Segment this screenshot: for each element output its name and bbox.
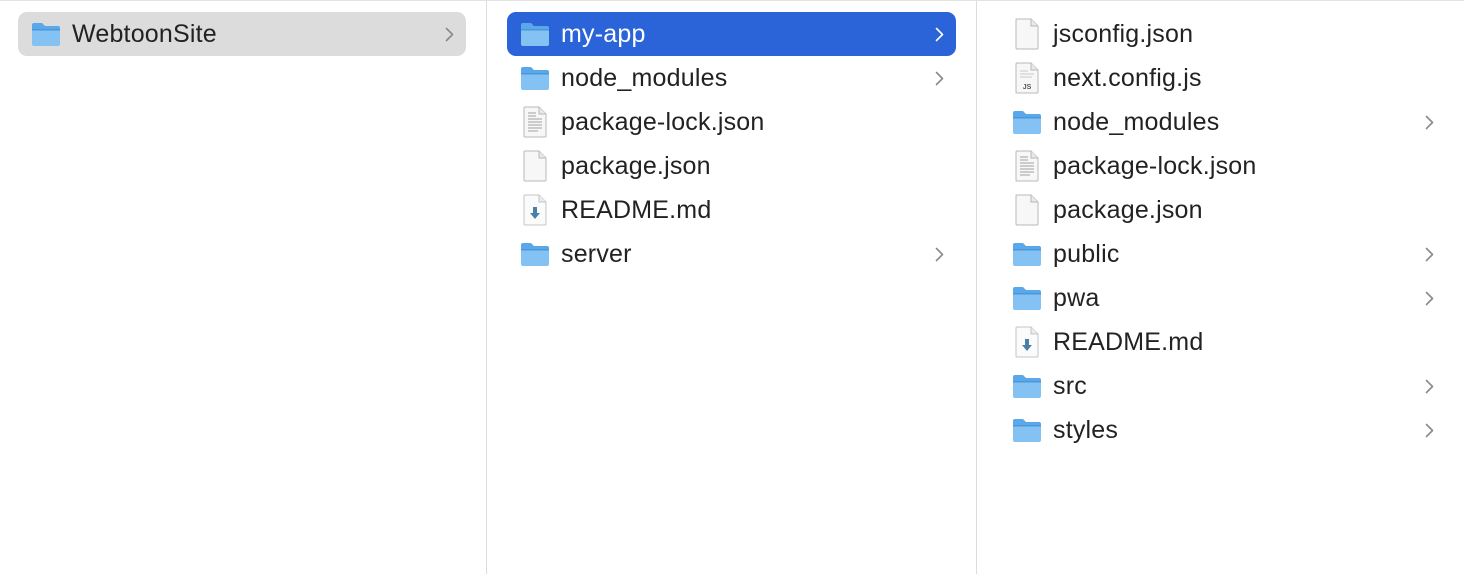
folder-icon [1011,238,1043,270]
text-document-icon [1011,150,1043,182]
svg-text:JS: JS [1023,84,1032,91]
chevron-right-icon [932,68,946,88]
row-styles[interactable]: styles [1009,408,1446,452]
row-label: README.md [1053,327,1204,356]
folder-icon [1011,370,1043,402]
text-document-icon [519,106,551,138]
row-label: next.config.js [1053,63,1202,92]
row-label: pwa [1053,283,1100,312]
row-label: server [561,239,632,268]
chevron-right-icon [1422,420,1436,440]
chevron-right-icon [442,24,456,44]
row-label: node_modules [561,63,728,92]
row-label: public [1053,239,1120,268]
folder-icon [519,238,551,270]
blank-document-icon [519,150,551,182]
blank-document-icon [1011,194,1043,226]
row-label: node_modules [1053,107,1220,136]
finder-column-view: WebtoonSite my-app node_modules package-… [0,0,1464,574]
folder-icon [519,18,551,50]
row-node-modules[interactable]: node_modules [507,56,956,100]
chevron-right-icon [1422,244,1436,264]
row-next-config-js[interactable]: JS next.config.js [1009,56,1446,100]
row-label: package-lock.json [561,107,765,136]
row-pwa[interactable]: pwa [1009,276,1446,320]
column-3[interactable]: jsconfig.json JS next.config.js node_mod… [977,1,1464,574]
chevron-right-icon [1422,376,1436,396]
chevron-right-icon [1422,288,1436,308]
row-label: jsconfig.json [1053,19,1194,48]
row-label: src [1053,371,1087,400]
row-package-lock-json[interactable]: package-lock.json [507,100,956,144]
row-node-modules[interactable]: node_modules [1009,100,1446,144]
chevron-right-icon [1422,112,1436,132]
markdown-document-icon [519,194,551,226]
row-webtoonsite[interactable]: WebtoonSite [18,12,466,56]
row-readme-md[interactable]: README.md [507,188,956,232]
row-label: WebtoonSite [72,19,217,48]
row-public[interactable]: public [1009,232,1446,276]
folder-icon [1011,106,1043,138]
row-package-json[interactable]: package.json [1009,188,1446,232]
row-label: styles [1053,415,1119,444]
folder-icon [30,18,62,50]
chevron-right-icon [932,244,946,264]
row-label: package.json [561,151,711,180]
folder-icon [519,62,551,94]
row-label: my-app [561,19,646,48]
row-readme-md[interactable]: README.md [1009,320,1446,364]
folder-icon [1011,414,1043,446]
row-server[interactable]: server [507,232,956,276]
row-label: README.md [561,195,712,224]
row-label: package.json [1053,195,1203,224]
markdown-document-icon [1011,326,1043,358]
row-package-json[interactable]: package.json [507,144,956,188]
blank-document-icon [1011,18,1043,50]
chevron-right-icon [932,24,946,44]
row-my-app[interactable]: my-app [507,12,956,56]
row-src[interactable]: src [1009,364,1446,408]
column-1[interactable]: WebtoonSite [0,1,487,574]
js-document-icon: JS [1011,62,1043,94]
folder-icon [1011,282,1043,314]
row-package-lock-json[interactable]: package-lock.json [1009,144,1446,188]
row-label: package-lock.json [1053,151,1257,180]
row-jsconfig-json[interactable]: jsconfig.json [1009,12,1446,56]
column-2[interactable]: my-app node_modules package-lock.json pa… [487,1,977,574]
